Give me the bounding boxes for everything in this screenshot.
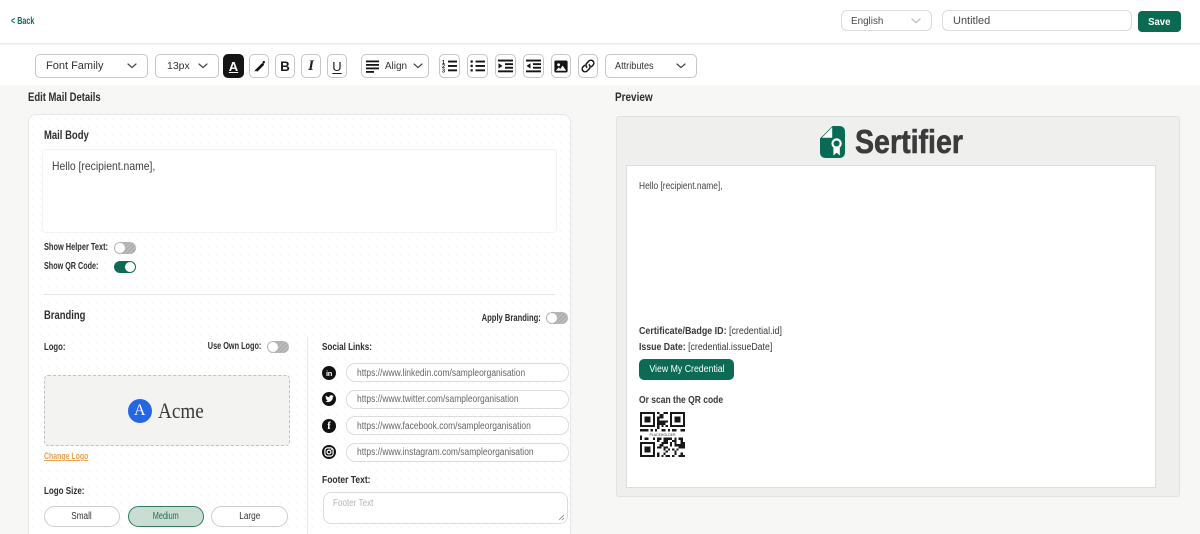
svg-text:PLACEHOLDER: PLACEHOLDER — [649, 433, 676, 437]
svg-text:3: 3 — [442, 69, 445, 73]
